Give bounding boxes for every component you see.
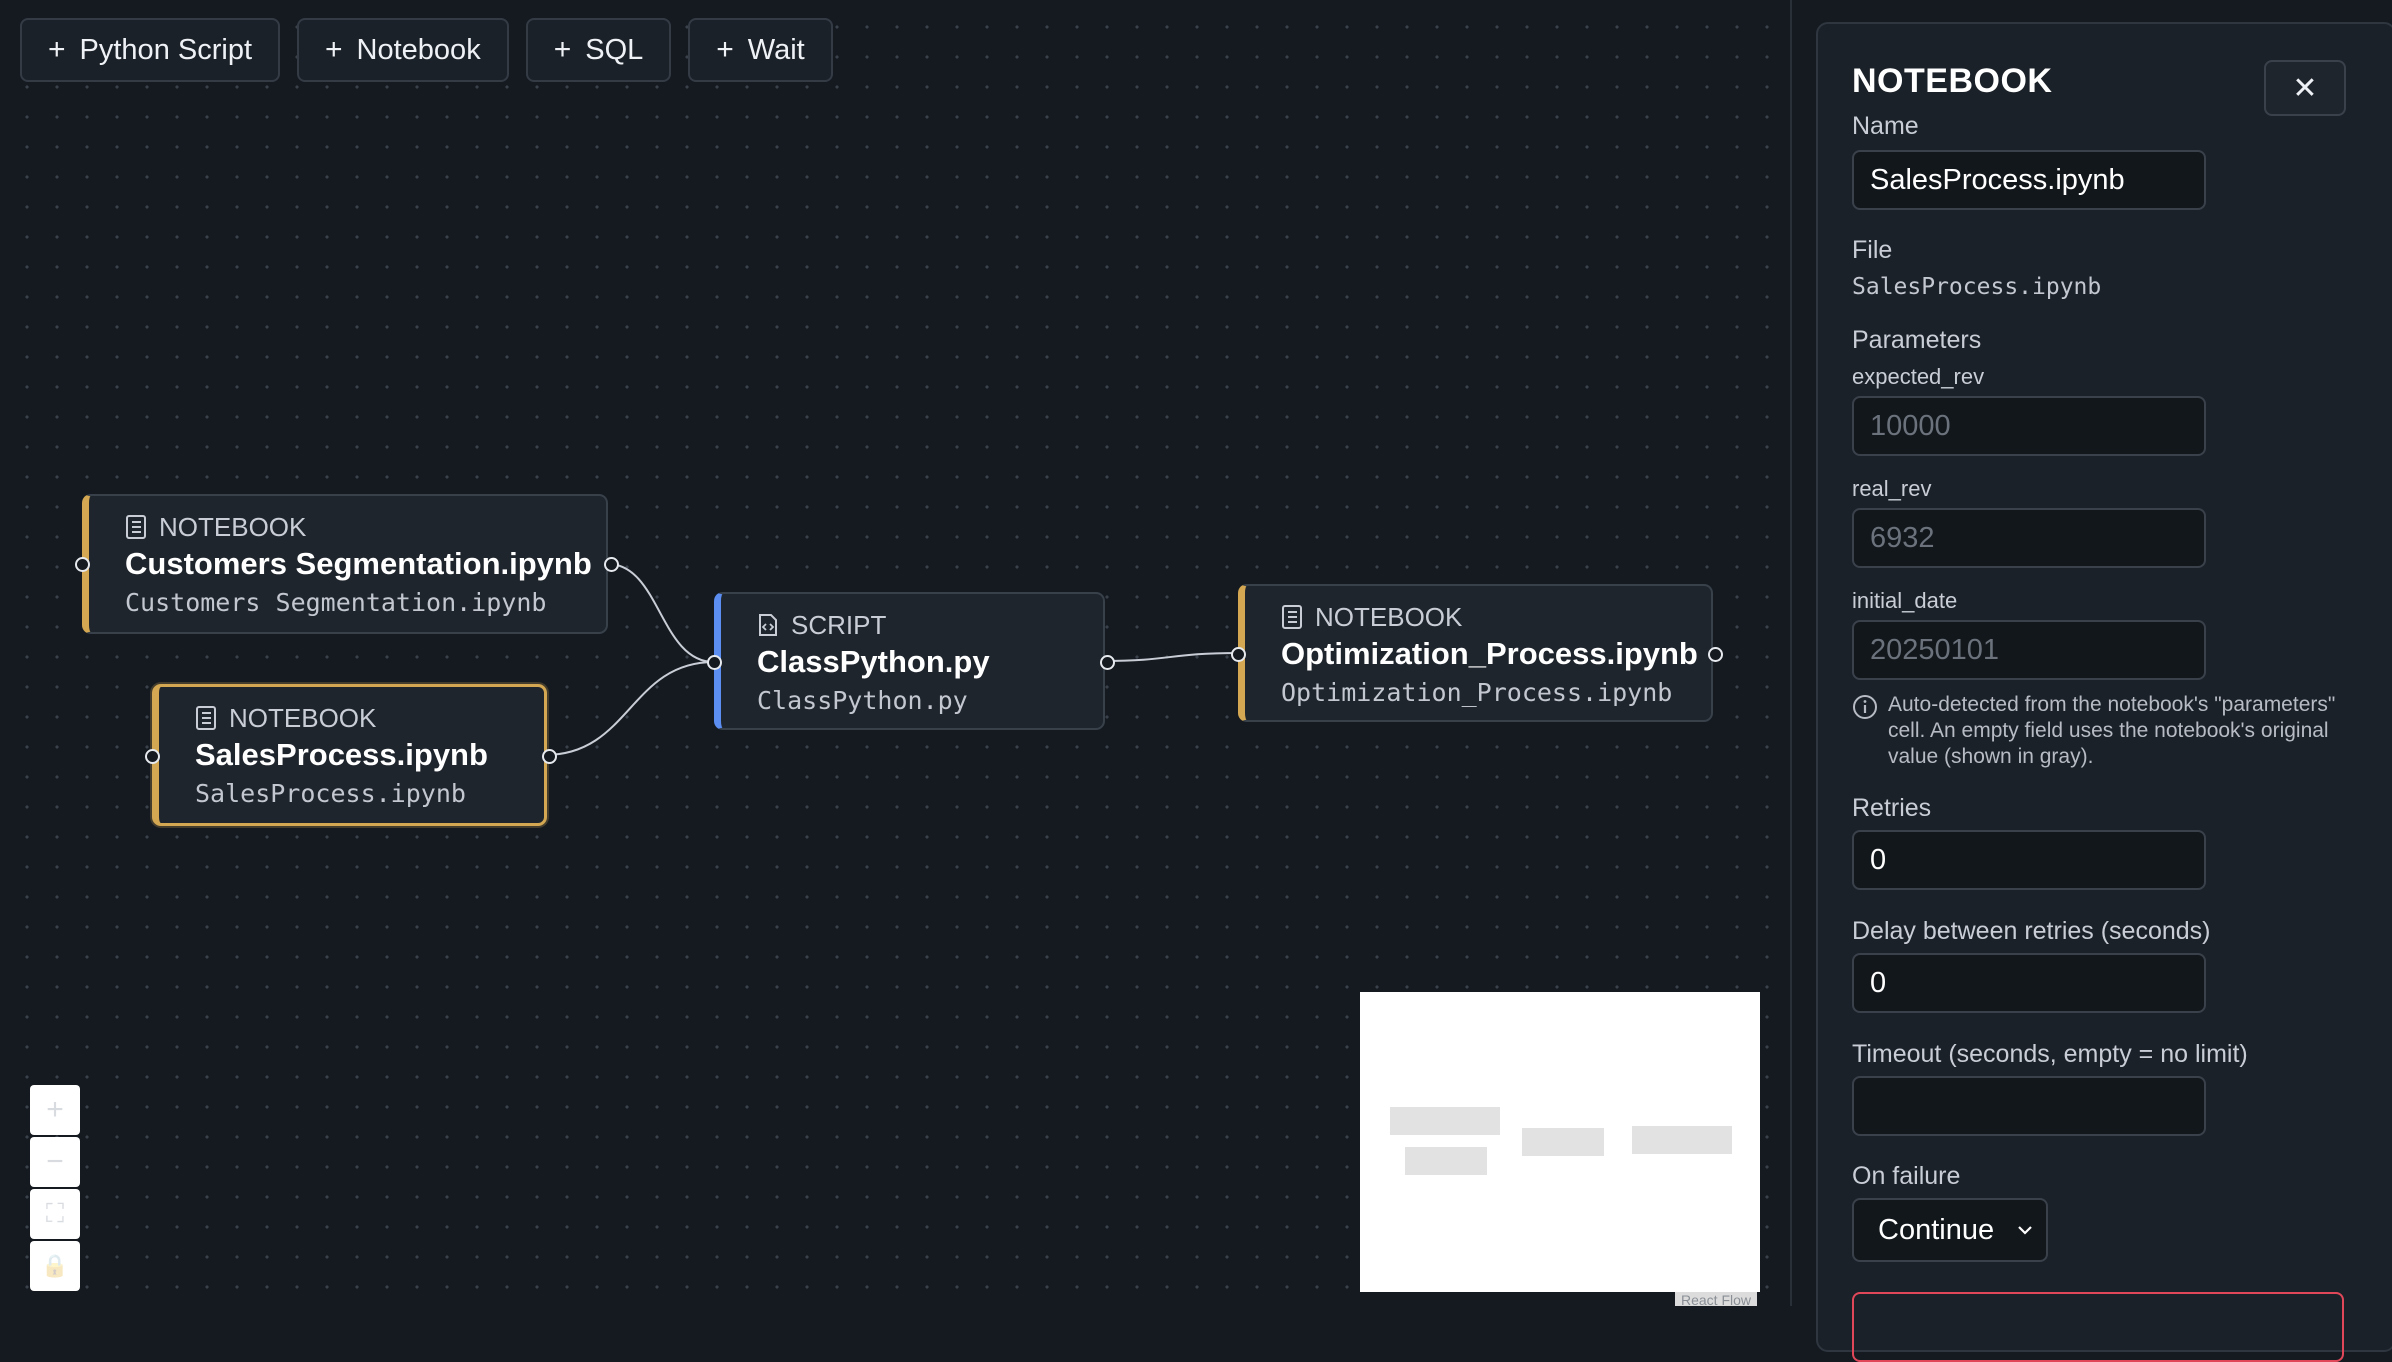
node-optimization-process[interactable]: NOTEBOOK Optimization_Process.ipynb Opti… (1231, 584, 1723, 722)
script-file-icon (759, 614, 777, 636)
plus-icon: + (325, 33, 343, 66)
flow-canvas[interactable]: + Python Script + Notebook + SQL + Wait … (0, 0, 1790, 1306)
input-handle[interactable] (75, 557, 90, 572)
add-wait-button[interactable]: + Wait (688, 18, 833, 82)
node-title: SalesProcess.ipynb (195, 737, 488, 772)
notebook-icon (196, 706, 216, 730)
add-sql-button[interactable]: + SQL (525, 18, 672, 82)
plus-icon: + (716, 33, 734, 66)
lock-button[interactable]: 🔒 (30, 1241, 80, 1291)
input-handle[interactable] (1231, 647, 1246, 662)
on-failure-value: Continue (1878, 1213, 1995, 1246)
retries-input[interactable]: 0 (1852, 830, 2206, 890)
fit-view-button[interactable]: ⛶ (30, 1189, 80, 1239)
node-title: ClassPython.py (757, 644, 990, 679)
plus-icon: + (48, 33, 66, 66)
panel-divider (1790, 0, 1792, 1306)
node-file: Customers Segmentation.ipynb (125, 588, 547, 617)
add-sql-label: SQL (585, 33, 644, 66)
param-initial-date-input[interactable]: 20250101 (1852, 620, 2206, 680)
notebook-icon (1282, 605, 1302, 629)
name-input[interactable]: SalesProcess.ipynb (1852, 150, 2206, 210)
timeout-input[interactable] (1852, 1076, 2206, 1136)
node-salesprocess[interactable]: NOTEBOOK SalesProcess.ipynb SalesProcess… (145, 684, 557, 826)
minimap-node (1390, 1107, 1500, 1135)
delay-label: Delay between retries (seconds) (1852, 917, 2211, 945)
notebook-icon (126, 515, 146, 539)
hint-text: Auto-detected from the notebook's "param… (1888, 693, 2336, 768)
canvas-controls: + − ⛶ 🔒 (30, 1085, 80, 1291)
node-classpython[interactable]: SCRIPT ClassPython.py ClassPython.py (707, 592, 1115, 730)
minimap[interactable] (1360, 992, 1760, 1292)
input-handle[interactable] (145, 749, 160, 764)
attribution-link[interactable]: React Flow (1675, 1292, 1758, 1306)
node-customers-segmentation[interactable]: NOTEBOOK Customers Segmentation.ipynb Cu… (75, 494, 619, 634)
edge-classpython-to-optimization[interactable] (1104, 652, 1239, 662)
close-icon: ✕ (2292, 71, 2318, 105)
name-label: Name (1852, 112, 1919, 140)
minimap-node (1405, 1147, 1487, 1175)
node-type-label: SCRIPT (791, 609, 887, 640)
node-file: ClassPython.py (757, 686, 968, 715)
node-properties-panel: NOTEBOOK ✕ Name SalesProcess.ipynb File … (1816, 22, 2392, 1362)
delete-node-button[interactable] (1852, 1292, 2344, 1362)
input-handle[interactable] (707, 655, 722, 670)
param-real-rev-input[interactable]: 6932 (1852, 508, 2206, 568)
add-python-script-button[interactable]: + Python Script (20, 18, 281, 82)
on-failure-label: On failure (1852, 1162, 1961, 1190)
param-name-label: initial_date (1852, 588, 1958, 613)
edge-sales-to-classpython[interactable] (544, 661, 715, 756)
node-type-label: NOTEBOOK (229, 702, 377, 733)
lock-icon: 🔒 (41, 1253, 69, 1278)
minimap-node (1522, 1128, 1604, 1156)
output-handle[interactable] (542, 749, 557, 764)
edge-customers-to-classpython[interactable] (607, 563, 715, 663)
add-node-toolbar: + Python Script + Notebook + SQL + Wait (20, 18, 833, 82)
output-handle[interactable] (1708, 647, 1723, 662)
add-notebook-button[interactable]: + Notebook (297, 18, 509, 82)
file-value: SalesProcess.ipynb (1852, 274, 2102, 300)
output-handle[interactable] (604, 557, 619, 572)
fit-view-icon: ⛶ (45, 1198, 65, 1228)
node-title: Optimization_Process.ipynb (1281, 636, 1698, 671)
file-label: File (1852, 236, 1893, 264)
node-type-label: NOTEBOOK (1315, 601, 1463, 632)
chevron-down-icon (2018, 1226, 2032, 1235)
node-title: Customers Segmentation.ipynb (125, 546, 592, 581)
param-name-label: expected_rev (1852, 364, 1985, 389)
output-handle[interactable] (1100, 655, 1115, 670)
delay-input[interactable]: 0 (1852, 953, 2206, 1013)
close-panel-button[interactable]: ✕ (2264, 60, 2346, 116)
node-file: Optimization_Process.ipynb (1281, 678, 1673, 707)
plus-icon: + (46, 1093, 64, 1126)
add-wait-label: Wait (747, 33, 805, 66)
node-type-label: NOTEBOOK (159, 511, 307, 542)
add-python-script-label: Python Script (79, 33, 253, 66)
zoom-out-button[interactable]: − (30, 1137, 80, 1187)
add-notebook-label: Notebook (356, 33, 481, 66)
parameters-hint: Auto-detected from the notebook's "param… (1852, 692, 2342, 770)
parameters-label: Parameters (1852, 326, 1982, 354)
plus-icon: + (553, 33, 572, 66)
minimap-node (1632, 1126, 1732, 1154)
on-failure-select[interactable]: Continue (1852, 1198, 2048, 1262)
retries-label: Retries (1852, 794, 1932, 822)
minus-icon: − (46, 1145, 64, 1178)
zoom-in-button[interactable]: + (30, 1085, 80, 1135)
param-name-label: real_rev (1852, 476, 1932, 501)
timeout-label: Timeout (seconds, empty = no limit) (1852, 1040, 2248, 1068)
node-file: SalesProcess.ipynb (195, 779, 466, 808)
param-expected-rev-input[interactable]: 10000 (1852, 396, 2206, 456)
info-icon (1853, 695, 1877, 719)
